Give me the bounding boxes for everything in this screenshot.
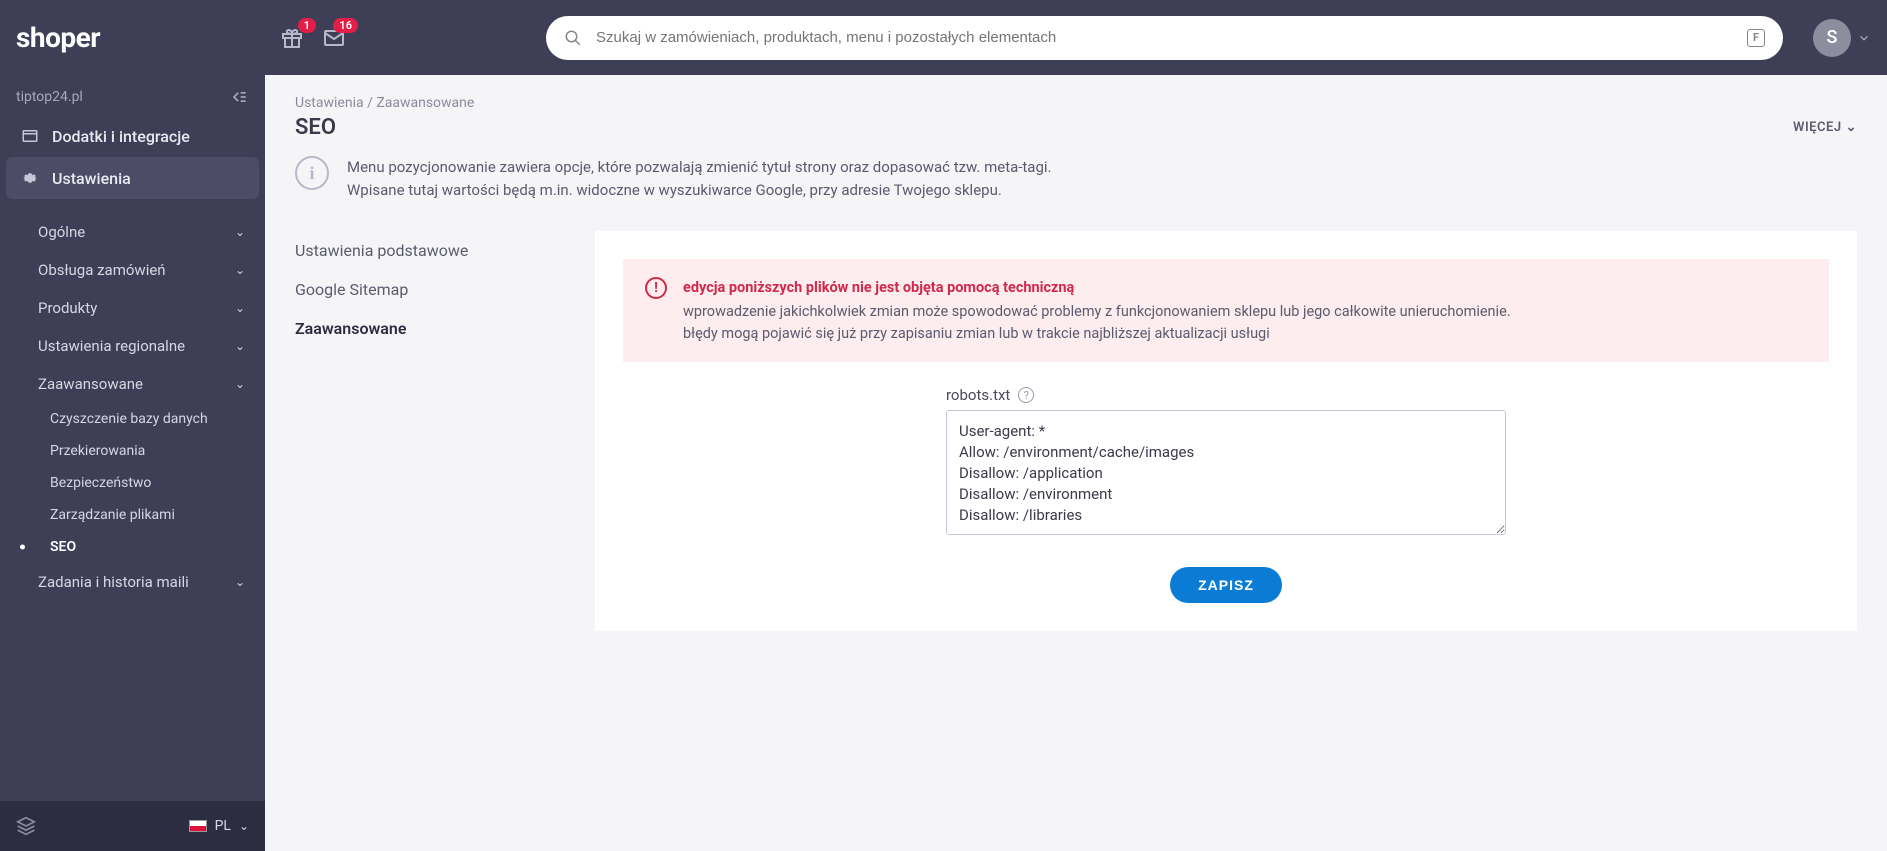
chevron-down-icon[interactable] [1857,31,1871,45]
save-button[interactable]: ZAPISZ [1170,567,1282,603]
header-icons: 1 16 [280,26,346,50]
warning-alert: ! edycja poniższych plików nie jest obję… [623,259,1829,362]
info-icon: i [295,156,329,190]
avatar[interactable]: S [1813,19,1851,57]
sidebar-sub-regional[interactable]: Ustawienia regionalne ⌄ [0,327,265,365]
sidebar-footer: PL ⌄ [0,801,265,851]
info-line: Menu pozycjonowanie zawiera opcje, które… [347,156,1052,179]
chevron-down-icon: ⌄ [235,301,245,315]
sidebar: tiptop24.pl Dodatki i integracje Ustawie… [0,75,265,851]
gift-badge: 1 [298,18,316,33]
gift-icon[interactable]: 1 [280,26,304,50]
main-content: Ustawienia / Zaawansowane SEO WIĘCEJ ⌄ i… [265,75,1887,851]
page-title-row: SEO WIĘCEJ ⌄ [295,115,1857,140]
alert-title: edycja poniższych plików nie jest objęta… [683,277,1511,299]
site-row: tiptop24.pl [0,75,265,115]
tab-advanced[interactable]: Zaawansowane [295,309,565,348]
sidebar-subsub-security[interactable]: Bezpieczeństwo [0,467,265,499]
more-button[interactable]: WIĘCEJ ⌄ [1793,120,1857,135]
field-label: robots.txt [946,386,1010,404]
layout: tiptop24.pl Dodatki i integracje Ustawie… [0,75,1887,851]
help-icon[interactable]: ? [1018,387,1034,403]
info-text: Menu pozycjonowanie zawiera opcje, które… [347,156,1052,201]
chevron-down-icon: ⌄ [235,377,245,391]
field-label-row: robots.txt ? [946,386,1506,404]
language-selector[interactable]: PL ⌄ [189,818,249,834]
save-row: ZAPISZ [946,567,1506,603]
search-shortcut-icon: F [1747,29,1765,47]
tabs-column: Ustawienia podstawowe Google Sitemap Zaa… [295,231,565,631]
info-line: Wpisane tutaj wartości będą m.in. widocz… [347,179,1052,202]
header: shoper 1 16 F S [0,0,1887,75]
breadcrumb-link[interactable]: Ustawienia [295,95,364,111]
panel: ! edycja poniższych plików nie jest obję… [595,231,1857,631]
sidebar-item-label: Dodatki i integracje [52,127,190,146]
sidebar-item-settings[interactable]: Ustawienia [6,157,259,199]
sidebar-sub-label: Zadania i historia maili [38,573,189,591]
breadcrumb-link[interactable]: Zaawansowane [376,95,474,111]
collapse-sidebar-icon[interactable] [229,87,249,107]
alert-text: błędy mogą pojawić się już przy zapisani… [683,323,1511,345]
mail-icon[interactable]: 16 [322,26,346,50]
breadcrumb: Ustawienia / Zaawansowane [295,95,1857,111]
warning-icon: ! [645,277,667,299]
more-label: WIĘCEJ [1793,120,1842,135]
sidebar-item-label: Ustawienia [52,169,131,188]
search-input[interactable] [546,16,1783,60]
site-name: tiptop24.pl [16,89,83,105]
form-area: robots.txt ? ZAPISZ [946,386,1506,603]
sidebar-subsub-files[interactable]: Zarządzanie plikami [0,499,265,531]
alert-text: wprowadzenie jakichkolwiek zmian może sp… [683,301,1511,323]
nav: Dodatki i integracje Ustawienia Ogólne ⌄… [0,115,265,801]
sidebar-subsub-db-cleanup[interactable]: Czyszczenie bazy danych [0,403,265,435]
sidebar-subsub-seo[interactable]: SEO [0,531,265,563]
search-wrap: F [546,16,1783,60]
tab-basic-settings[interactable]: Ustawienia podstawowe [295,231,565,270]
mail-badge: 16 [333,18,358,33]
alert-body: edycja poniższych plików nie jest objęta… [683,277,1511,344]
addons-icon [20,126,40,146]
layers-icon[interactable] [16,816,36,836]
sidebar-sub-tasks[interactable]: Zadania i historia maili ⌄ [0,563,265,601]
gear-icon [20,168,40,188]
sidebar-sub-orders[interactable]: Obsługa zamówień ⌄ [0,251,265,289]
sidebar-sub-label: Ogólne [38,223,85,241]
tab-google-sitemap[interactable]: Google Sitemap [295,270,565,309]
logo: shoper [16,21,100,54]
sidebar-sub-advanced[interactable]: Zaawansowane ⌄ [0,365,265,403]
chevron-down-icon: ⌄ [239,819,249,833]
chevron-down-icon: ⌄ [235,575,245,589]
chevron-down-icon: ⌄ [235,225,245,239]
language-label: PL [215,818,231,834]
sidebar-sub-products[interactable]: Produkty ⌄ [0,289,265,327]
page-title: SEO [295,115,336,140]
sidebar-item-addons[interactable]: Dodatki i integracje [0,115,265,157]
chevron-down-icon: ⌄ [235,263,245,277]
sidebar-subsub-redirects[interactable]: Przekierowania [0,435,265,467]
robots-textarea[interactable] [946,410,1506,535]
chevron-down-icon: ⌄ [235,339,245,353]
sidebar-sub-general[interactable]: Ogólne ⌄ [0,213,265,251]
sidebar-sub-label: Zaawansowane [38,375,143,393]
content-row: Ustawienia podstawowe Google Sitemap Zaa… [295,231,1857,631]
info-banner: i Menu pozycjonowanie zawiera opcje, któ… [295,156,1857,201]
chevron-down-icon: ⌄ [1846,120,1857,135]
sidebar-sub-label: Ustawienia regionalne [38,337,185,355]
sidebar-sub-label: Obsługa zamówień [38,261,166,279]
breadcrumb-sep: / [367,95,376,111]
search-icon [564,29,582,47]
sidebar-sub-label: Produkty [38,299,97,317]
flag-pl-icon [189,820,207,832]
